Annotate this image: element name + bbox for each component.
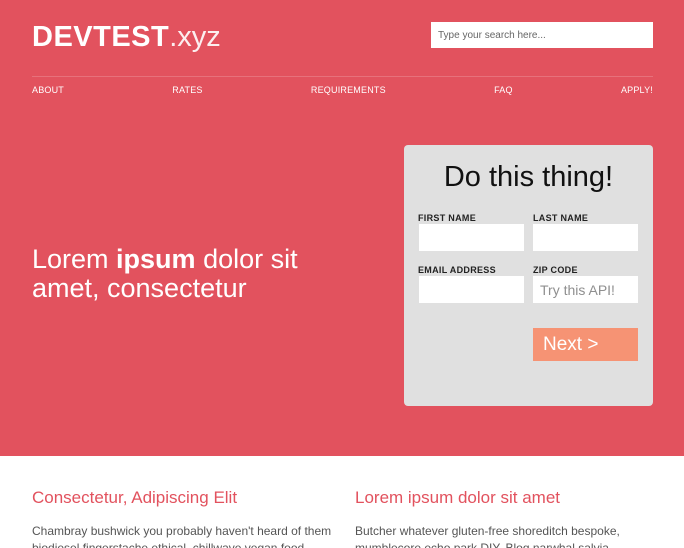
zip-label: ZIP CODE xyxy=(533,265,578,275)
tagline-part1: Lorem xyxy=(32,244,117,274)
nav-item-apply[interactable]: APPLY! xyxy=(621,85,653,95)
hero-tagline: Lorem ipsum dolor sit amet, consectetur xyxy=(32,245,372,303)
email-label: EMAIL ADDRESS xyxy=(418,265,496,275)
site-logo[interactable]: DEVTEST.xyz xyxy=(32,21,221,53)
column-2-body: Butcher whatever gluten-free shoreditch … xyxy=(355,524,620,548)
content-column-1: Consectetur, Adipiscing Elit Chambray bu… xyxy=(32,487,332,548)
signup-form: Do this thing! FIRST NAME LAST NAME EMAI… xyxy=(404,145,653,406)
nav-item-about[interactable]: ABOUT xyxy=(32,85,64,95)
form-title: Do this thing! xyxy=(443,161,614,193)
main-nav: ABOUT RATES REQUIREMENTS FAQ APPLY! xyxy=(32,84,653,96)
logo-bold-text: DEVTEST xyxy=(32,21,170,53)
email-field[interactable] xyxy=(419,276,524,303)
column-2-title: Lorem ipsum dolor sit amet xyxy=(355,488,561,507)
tagline-bold: ipsum xyxy=(116,244,196,274)
nav-item-faq[interactable]: FAQ xyxy=(494,85,513,95)
zip-field[interactable] xyxy=(533,276,638,303)
logo-light-text: .xyz xyxy=(169,21,221,53)
column-1-body: Chambray bushwick you probably haven't h… xyxy=(32,524,332,548)
search-input[interactable] xyxy=(431,22,653,48)
column-1-title: Consectetur, Adipiscing Elit xyxy=(32,488,238,507)
last-name-field[interactable] xyxy=(533,224,638,251)
nav-item-rates[interactable]: RATES xyxy=(172,85,202,95)
first-name-field[interactable] xyxy=(419,224,524,251)
content-column-2: Lorem ipsum dolor sit amet Butcher whate… xyxy=(355,487,655,548)
nav-item-requirements[interactable]: REQUIREMENTS xyxy=(311,85,386,95)
nav-divider xyxy=(32,76,653,77)
next-button[interactable]: Next > xyxy=(533,328,638,361)
hero-section: DEVTEST.xyz ABOUT RATES REQUIREMENTS FAQ… xyxy=(0,0,684,456)
last-name-label: LAST NAME xyxy=(533,213,589,223)
first-name-label: FIRST NAME xyxy=(418,213,476,223)
